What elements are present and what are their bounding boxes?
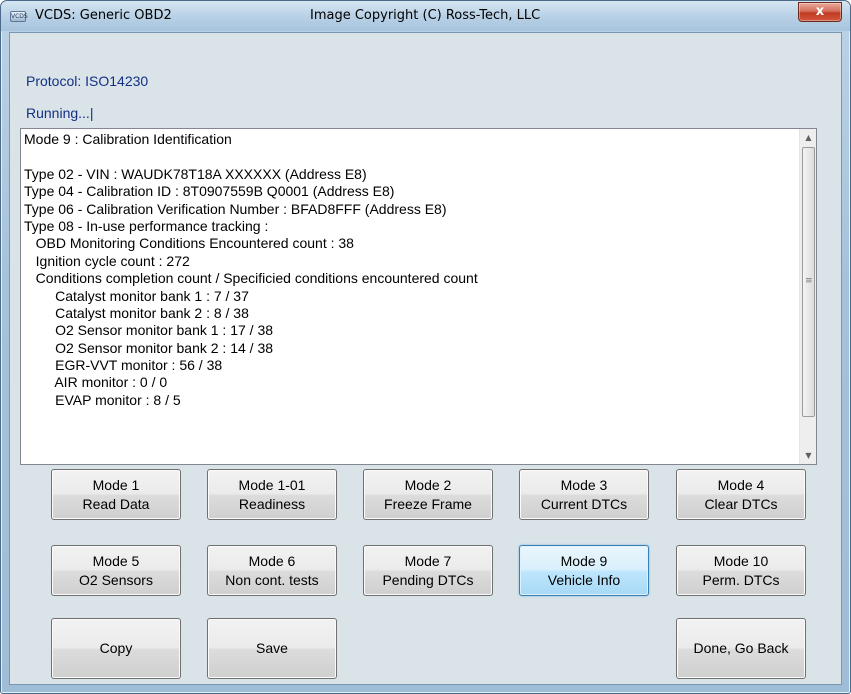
results-textbox[interactable]: Mode 9 : Calibration Identification Type … bbox=[20, 128, 817, 465]
copyright-title: Image Copyright (C) Ross-Tech, LLC bbox=[310, 8, 541, 23]
mode1-01-readiness-button[interactable]: Mode 1-01 Readiness bbox=[207, 469, 337, 520]
button-line2: Non cont. tests bbox=[225, 571, 319, 588]
output-line: Type 08 - In-use performance tracking : bbox=[24, 217, 269, 234]
save-button-label: Save bbox=[256, 640, 288, 656]
button-line1: Mode 4 bbox=[717, 476, 765, 493]
app-icon: VCDS bbox=[10, 11, 28, 22]
scroll-thumb[interactable]: ≡ bbox=[802, 147, 815, 417]
mode6-non-cont-tests-button[interactable]: Mode 6 Non cont. tests bbox=[207, 545, 337, 596]
button-line2: Perm. DTCs bbox=[702, 571, 780, 588]
results-text: Mode 9 : Calibration Identification Type … bbox=[24, 131, 796, 409]
scroll-up-icon[interactable]: ▲ bbox=[800, 129, 816, 146]
vertical-scrollbar[interactable]: ▲ ≡ ▼ bbox=[799, 129, 816, 464]
button-line1: Mode 3 bbox=[560, 476, 608, 493]
mode4-clear-dtcs-button[interactable]: Mode 4 Clear DTCs bbox=[676, 469, 806, 520]
close-icon: x bbox=[815, 4, 825, 19]
button-line1: Mode 2 bbox=[404, 476, 452, 493]
button-line1: Mode 10 bbox=[713, 552, 769, 569]
output-line: Ignition cycle count : 272 bbox=[24, 252, 190, 269]
output-line: Mode 9 : Calibration Identification bbox=[24, 131, 232, 147]
save-button[interactable]: Save bbox=[207, 618, 337, 679]
scroll-grip-icon: ≡ bbox=[805, 276, 813, 286]
button-line2: O2 Sensors bbox=[79, 571, 153, 588]
scroll-down-icon[interactable]: ▼ bbox=[800, 447, 816, 464]
copy-button-label: Copy bbox=[99, 640, 133, 656]
button-line1: Mode 5 bbox=[92, 552, 140, 569]
output-line: AIR monitor : 0 / 0 bbox=[24, 374, 168, 391]
button-line1: Mode 6 bbox=[248, 552, 296, 569]
button-line1: Mode 1 bbox=[92, 476, 140, 493]
mode5-o2-sensors-button[interactable]: Mode 5 O2 Sensors bbox=[51, 545, 181, 596]
dialog-client-area: Protocol: ISO14230 Running...| Mode 9 : … bbox=[9, 32, 842, 685]
protocol-label: Protocol: ISO14230 bbox=[26, 73, 149, 89]
done-go-back-button[interactable]: Done, Go Back bbox=[676, 618, 806, 679]
button-line2: Clear DTCs bbox=[704, 495, 778, 512]
mode3-current-dtcs-button[interactable]: Mode 3 Current DTCs bbox=[519, 469, 649, 520]
button-line1: Mode 1-01 bbox=[238, 476, 306, 493]
close-button[interactable]: x bbox=[798, 2, 842, 22]
output-line: Conditions completion count / Specificie… bbox=[24, 270, 478, 287]
output-line: Type 04 - Calibration ID : 8T0907559B Q0… bbox=[24, 183, 395, 200]
output-line: Type 06 - Calibration Verification Numbe… bbox=[24, 200, 447, 217]
window-title: VCDS: Generic OBD2 bbox=[35, 8, 172, 23]
mode10-perm-dtcs-button[interactable]: Mode 10 Perm. DTCs bbox=[676, 545, 806, 596]
done-button-label: Done, Go Back bbox=[693, 640, 789, 656]
output-line: O2 Sensor monitor bank 1 : 17 / 38 bbox=[24, 322, 274, 339]
output-line: O2 Sensor monitor bank 2 : 14 / 38 bbox=[24, 339, 274, 356]
output-line: OBD Monitoring Conditions Encountered co… bbox=[24, 235, 354, 252]
button-line1: Mode 9 bbox=[560, 552, 608, 569]
vcds-window: VCDS VCDS: Generic OBD2 Image Copyright … bbox=[0, 0, 851, 694]
button-line2: Current DTCs bbox=[540, 495, 628, 512]
button-line2: Pending DTCs bbox=[382, 571, 474, 588]
button-line2: Read Data bbox=[82, 495, 150, 512]
button-line2: Freeze Frame bbox=[384, 495, 472, 512]
mode9-vehicle-info-button[interactable]: Mode 9 Vehicle Info bbox=[519, 545, 649, 596]
output-line: Catalyst monitor bank 1 : 7 / 37 bbox=[24, 287, 249, 304]
mode2-freeze-frame-button[interactable]: Mode 2 Freeze Frame bbox=[363, 469, 493, 520]
mode7-pending-dtcs-button[interactable]: Mode 7 Pending DTCs bbox=[363, 545, 493, 596]
output-line: Catalyst monitor bank 2 : 8 / 38 bbox=[24, 304, 249, 321]
running-status: Running...| bbox=[26, 105, 94, 121]
button-line2: Readiness bbox=[238, 495, 306, 512]
output-line: Type 02 - VIN : WAUDK78T18A XXXXXX (Addr… bbox=[24, 165, 367, 182]
mode1-read-data-button[interactable]: Mode 1 Read Data bbox=[51, 469, 181, 520]
copy-button[interactable]: Copy bbox=[51, 618, 181, 679]
button-line1: Mode 7 bbox=[404, 552, 452, 569]
output-line: EGR-VVT monitor : 56 / 38 bbox=[24, 357, 223, 374]
output-line: EVAP monitor : 8 / 5 bbox=[24, 391, 181, 408]
title-bar[interactable]: VCDS VCDS: Generic OBD2 Image Copyright … bbox=[1, 1, 850, 31]
button-line2: Vehicle Info bbox=[547, 571, 621, 588]
